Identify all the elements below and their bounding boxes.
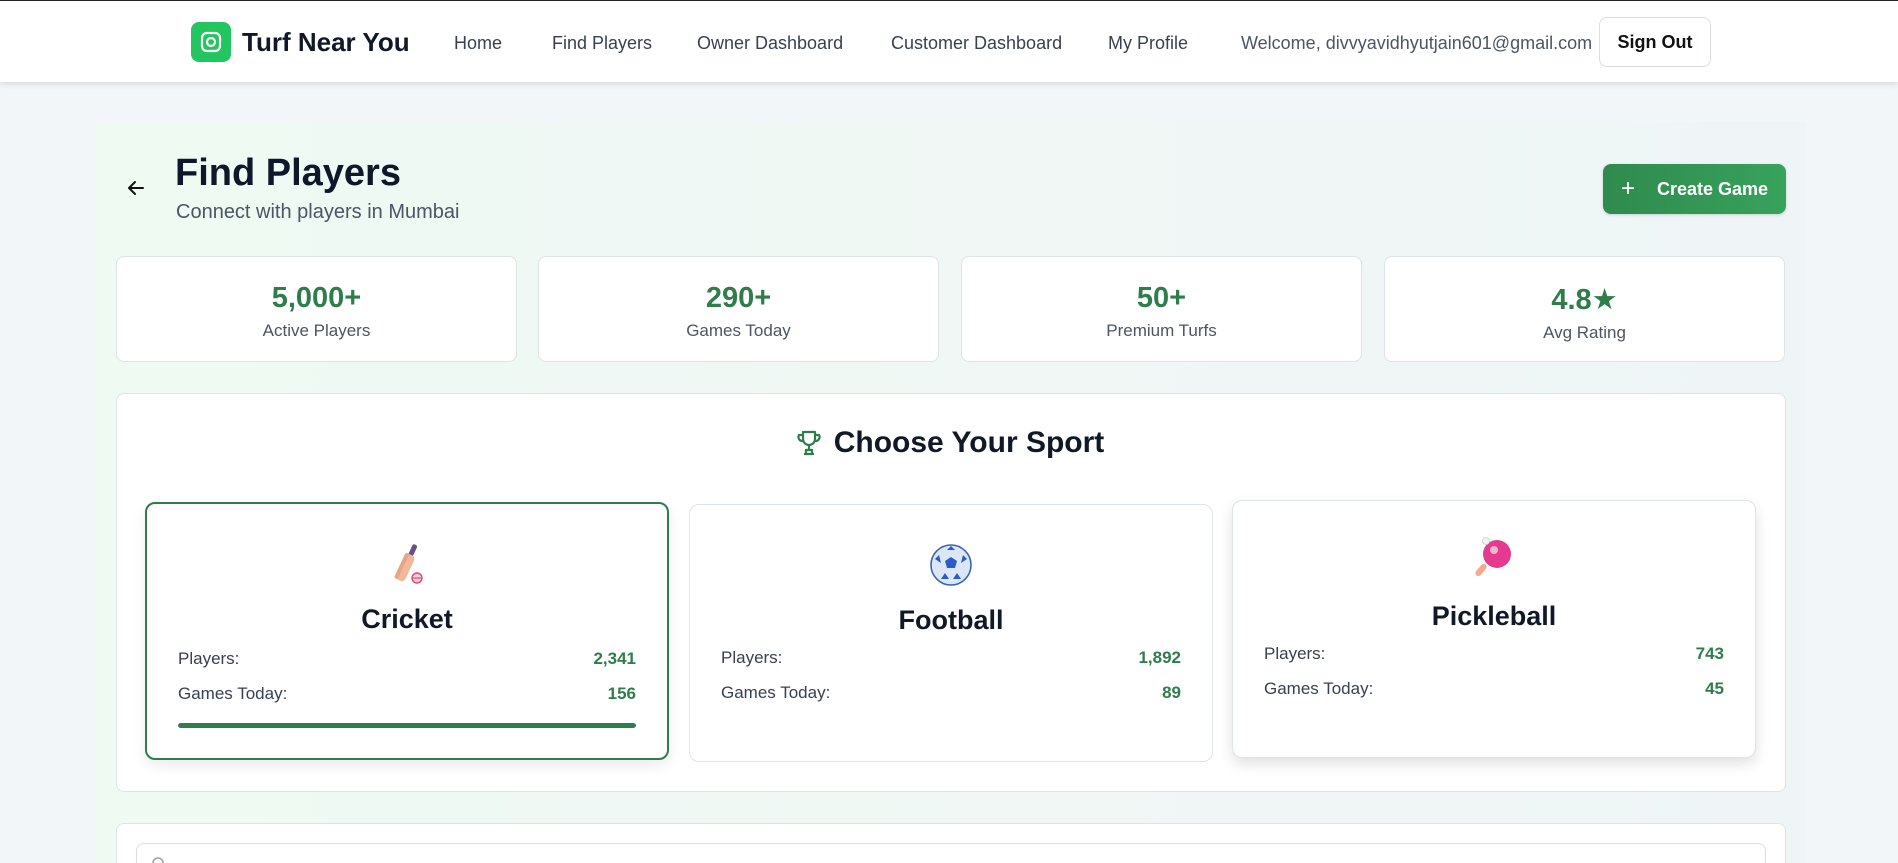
brand-name: Turf Near You [242, 26, 410, 57]
sport-name: Football [898, 605, 1004, 635]
sport-players-row: Players: 2,341 [178, 649, 636, 669]
brand-logo-icon [191, 22, 231, 62]
sport-name: Cricket [361, 604, 453, 634]
create-game-label: Create Game [1656, 178, 1769, 199]
games-label: Games Today: [721, 683, 831, 702]
stat-card-avg-rating: 4.8★ Avg Rating [1384, 256, 1785, 362]
stat-card-active-players: 5,000+ Active Players [116, 256, 517, 362]
brand[interactable]: Turf Near You [191, 22, 410, 62]
players-label: Players: [178, 649, 240, 668]
search-input[interactable] [181, 854, 981, 863]
sport-games-row: Games Today: 89 [721, 683, 1181, 703]
create-game-button[interactable]: + Create Game [1603, 164, 1786, 214]
stat-label: Premium Turfs [1106, 321, 1217, 340]
stat-card-games-today: 290+ Games Today [538, 256, 939, 362]
stat-value: 5,000+ [271, 282, 362, 314]
sport-card-cricket[interactable]: Cricket Players: 2,341 Games Today: 156 [145, 502, 669, 760]
stat-value: 50+ [1136, 282, 1187, 314]
stat-card-premium-turfs: 50+ Premium Turfs [961, 256, 1362, 362]
back-arrow-icon[interactable] [124, 176, 148, 200]
stat-value: 4.8★ [1551, 284, 1618, 316]
stat-label: Avg Rating [1543, 323, 1626, 342]
stat-value: 290+ [705, 282, 772, 314]
plus-icon: + [1620, 175, 1635, 202]
cricket-bat-icon [147, 542, 667, 586]
nav-find-players[interactable]: Find Players [552, 33, 652, 54]
sport-players-row: Players: 743 [1264, 644, 1724, 664]
choose-sport-title: Choose Your Sport [833, 426, 1105, 459]
stat-label: Games Today [686, 321, 791, 340]
nav-owner-dashboard[interactable]: Owner Dashboard [697, 33, 843, 54]
nav-my-profile[interactable]: My Profile [1108, 33, 1188, 54]
players-label: Players: [1264, 644, 1326, 663]
welcome-text: Welcome, divvyavidhyutjain601@gmail.com [1241, 33, 1593, 53]
search-icon [152, 857, 164, 863]
players-label: Players: [721, 648, 783, 667]
games-value: 89 [1162, 683, 1181, 702]
nav-home[interactable]: Home [454, 33, 502, 54]
selection-progress-bar [178, 723, 636, 728]
sport-name: Pickleball [1431, 601, 1557, 631]
sport-games-row: Games Today: 45 [1264, 679, 1724, 699]
search-box [136, 843, 1766, 863]
players-value: 743 [1695, 644, 1724, 663]
players-value: 2,341 [593, 649, 636, 668]
top-navbar: Turf Near You Home Find Players Owner Da… [0, 0, 1898, 82]
sport-card-pickleball[interactable]: Pickleball Players: 743 Games Today: 45 [1232, 500, 1756, 758]
games-label: Games Today: [1264, 679, 1374, 698]
sport-games-row: Games Today: 156 [178, 684, 636, 704]
games-value: 45 [1705, 679, 1724, 698]
nav-customer-dashboard[interactable]: Customer Dashboard [891, 33, 1062, 54]
progress-fill [178, 723, 636, 728]
choose-sport-heading: Choose Your Sport [0, 426, 1898, 460]
stat-label: Active Players [262, 321, 371, 340]
games-label: Games Today: [178, 684, 288, 703]
sport-players-row: Players: 1,892 [721, 648, 1181, 668]
sport-card-football[interactable]: Football Players: 1,892 Games Today: 89 [689, 504, 1213, 762]
games-value: 156 [607, 684, 636, 703]
trophy-icon [797, 430, 821, 456]
soccer-ball-icon [690, 543, 1212, 587]
sign-out-button[interactable]: Sign Out [1599, 17, 1711, 67]
paddle-icon [1233, 535, 1755, 579]
page-subtitle: Connect with players in Mumbai [176, 201, 460, 223]
players-value: 1,892 [1138, 648, 1181, 667]
page-title: Find Players [175, 152, 401, 194]
